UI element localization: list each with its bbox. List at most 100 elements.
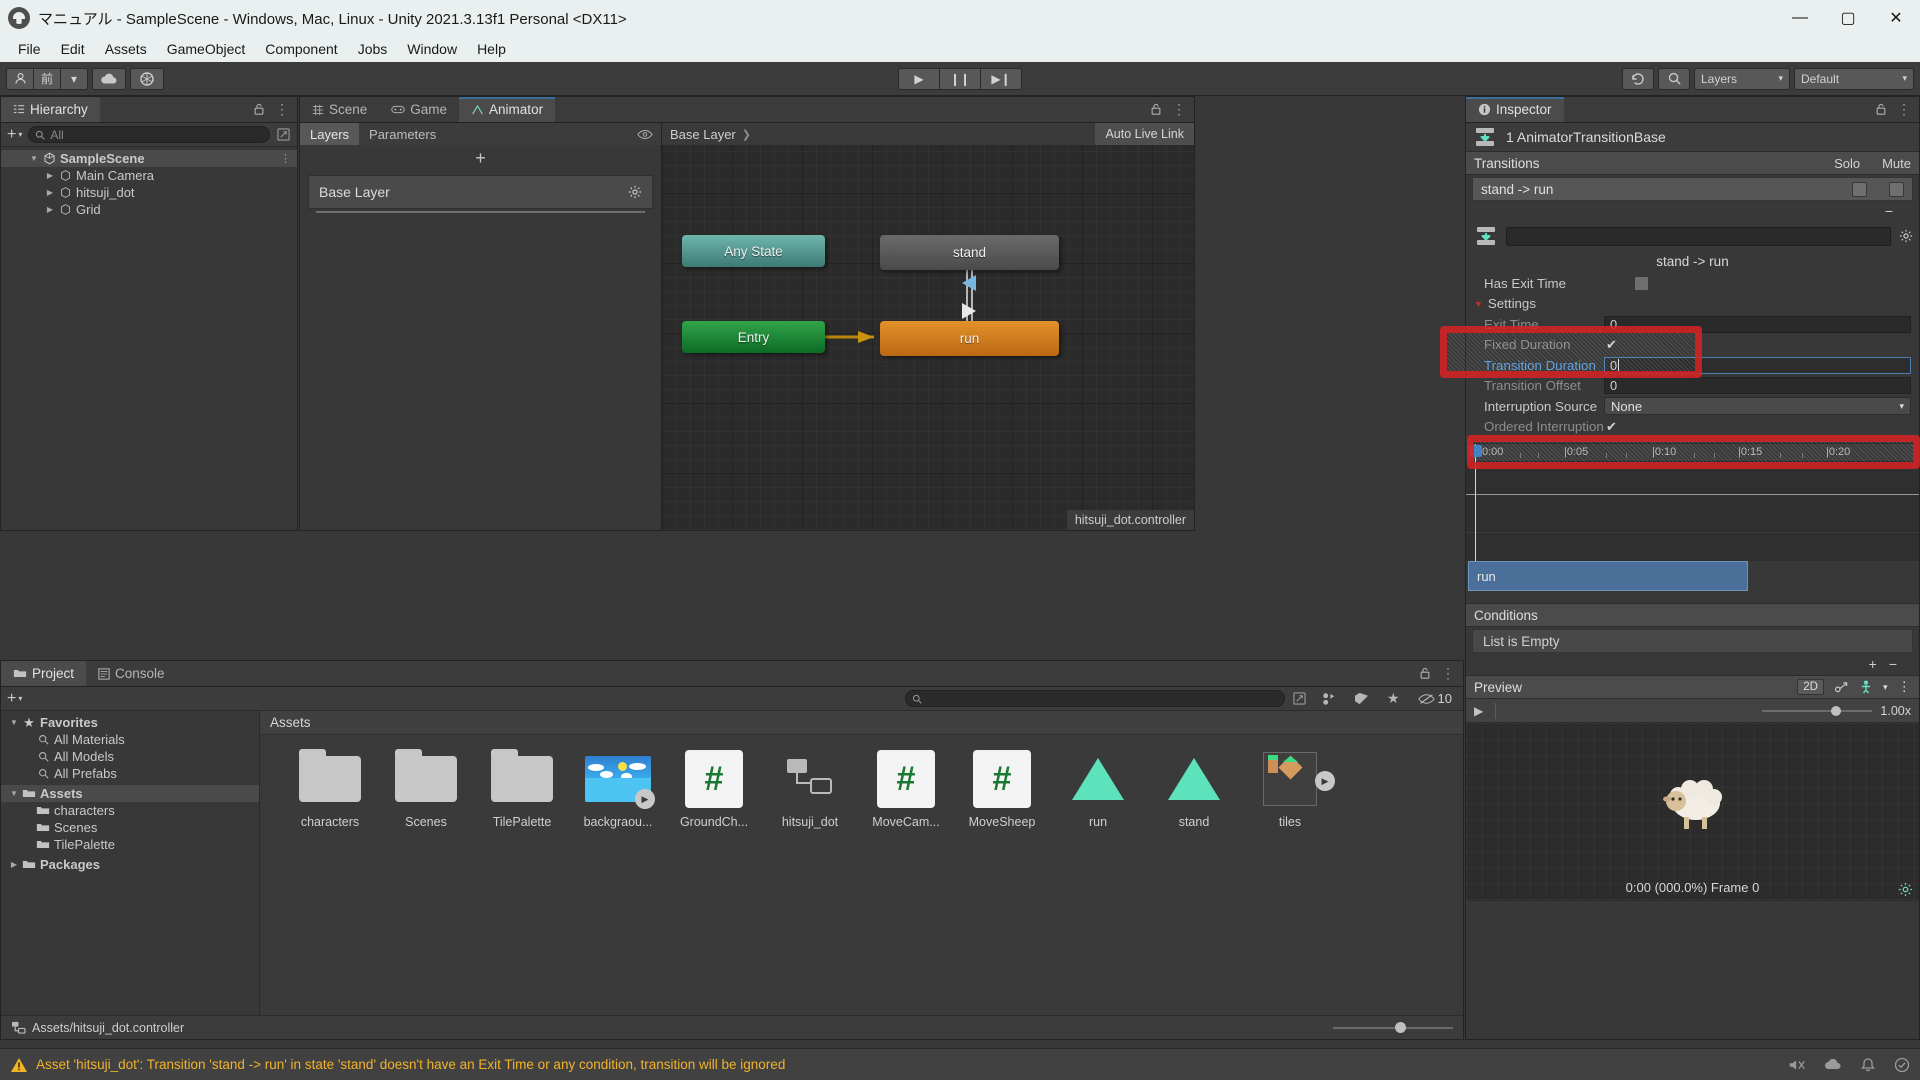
has-exit-time-row[interactable]: Has Exit Time xyxy=(1466,273,1919,294)
timeline-ruler[interactable]: 0:00 |0:05 |0:10 |0:15 |0:20 xyxy=(1466,444,1919,462)
solo-checkbox[interactable] xyxy=(1852,182,1867,197)
project-tree-all-prefabs[interactable]: All Prefabs xyxy=(1,765,259,782)
asset-item[interactable]: characters xyxy=(282,751,378,829)
services-icon[interactable] xyxy=(130,68,164,90)
timeline-playhead[interactable] xyxy=(1475,444,1476,561)
preview-2d-toggle[interactable]: 2D xyxy=(1797,679,1824,695)
asset-item[interactable]: Scenes xyxy=(378,751,474,829)
tab-game[interactable]: Game xyxy=(379,97,459,122)
animator-state-graph[interactable]: Base Layer ❯ Auto Live Link xyxy=(662,123,1194,530)
auto-live-link-button[interactable]: Auto Live Link xyxy=(1095,123,1194,145)
project-search-expand-icon[interactable] xyxy=(1289,692,1310,705)
layer-visibility-icon[interactable] xyxy=(637,129,661,140)
expand-triangle-icon[interactable]: ▶ xyxy=(43,171,57,180)
has-exit-time-checkbox[interactable] xyxy=(1634,276,1649,291)
pause-button[interactable]: ❙❙ xyxy=(939,68,981,90)
tab-scene[interactable]: Scene xyxy=(300,97,379,122)
play-button[interactable]: ▶ xyxy=(898,68,940,90)
asset-item[interactable]: # MoveCam... xyxy=(858,751,954,829)
project-tree-characters[interactable]: characters xyxy=(1,802,259,819)
transition-name-field[interactable] xyxy=(1506,227,1891,246)
interruption-source-row[interactable]: Interruption Source None ▾ xyxy=(1466,396,1919,417)
project-tree-packages[interactable]: ▶ Packages xyxy=(1,856,259,873)
asset-item[interactable]: TilePalette xyxy=(474,751,570,829)
hierarchy-search-input[interactable]: All xyxy=(28,126,270,143)
transition-timeline[interactable]: 0:00 |0:05 |0:10 |0:15 |0:20 xyxy=(1466,443,1919,561)
graph-node-any-state[interactable]: Any State xyxy=(682,235,825,267)
playhead-handle[interactable] xyxy=(1469,445,1482,457)
layer-item-base[interactable]: Base Layer xyxy=(308,175,653,209)
menu-jobs[interactable]: Jobs xyxy=(348,38,398,60)
asset-item[interactable]: ▶ tiles xyxy=(1242,751,1338,829)
settings-foldout[interactable]: ▼ Settings xyxy=(1466,294,1919,315)
undo-history-icon[interactable] xyxy=(1622,68,1654,90)
asset-item[interactable]: run xyxy=(1050,751,1146,829)
add-condition-button[interactable]: + xyxy=(1869,656,1877,672)
expand-triangle-icon[interactable]: ▼ xyxy=(7,718,21,727)
mute-checkbox[interactable] xyxy=(1889,182,1904,197)
hierarchy-item-hitsuji-dot[interactable]: ▶ hitsuji_dot xyxy=(1,184,297,201)
hierarchy-menu-icon[interactable]: ⋮ xyxy=(275,101,289,118)
account-dropdown-icon[interactable]: ▾ xyxy=(60,68,88,90)
fixed-duration-row[interactable]: Fixed Duration ✔ xyxy=(1466,335,1919,356)
lock-icon[interactable] xyxy=(1419,667,1431,680)
gear-icon[interactable] xyxy=(1899,229,1913,243)
play-preview-icon[interactable]: ▶ xyxy=(635,789,655,809)
layers-dropdown[interactable]: Layers ▾ xyxy=(1694,68,1790,90)
add-layer-button[interactable]: + xyxy=(300,145,661,171)
center-menu-icon[interactable]: ⋮ xyxy=(1172,101,1186,118)
cloud-status-icon[interactable] xyxy=(1824,1058,1842,1071)
account-label[interactable]: 前 xyxy=(33,68,61,90)
minimize-button[interactable]: — xyxy=(1776,0,1824,36)
transition-duration-row[interactable]: Transition Duration 0 xyxy=(1466,355,1919,376)
mute-audio-icon[interactable] xyxy=(1788,1058,1806,1072)
inspector-menu-icon[interactable]: ⋮ xyxy=(1897,101,1911,118)
notification-icon[interactable] xyxy=(1860,1058,1876,1072)
transition-offset-row[interactable]: Transition Offset 0 xyxy=(1466,376,1919,397)
asset-zoom-slider[interactable] xyxy=(1333,1021,1453,1035)
menu-gameobject[interactable]: GameObject xyxy=(157,38,256,60)
play-preview-icon[interactable]: ▶ xyxy=(1315,771,1335,791)
favorites-star-icon[interactable]: ★ xyxy=(1380,690,1407,707)
preview-menu-icon[interactable]: ⋮ xyxy=(1898,679,1912,695)
project-tree-all-models[interactable]: All Models xyxy=(1,748,259,765)
asset-item[interactable]: hitsuji_dot xyxy=(762,751,858,829)
cloud-icon[interactable] xyxy=(92,68,126,90)
project-tree-all-materials[interactable]: All Materials xyxy=(1,731,259,748)
expand-triangle-icon[interactable]: ▼ xyxy=(7,789,21,798)
project-search-input[interactable] xyxy=(905,690,1285,707)
hierarchy-item-samplescene[interactable]: ▼ SampleScene ⋮ xyxy=(1,150,297,167)
expand-triangle-icon[interactable]: ▶ xyxy=(43,205,57,214)
lock-icon[interactable] xyxy=(253,103,265,116)
menu-assets[interactable]: Assets xyxy=(95,38,157,60)
hidden-packages-toggle[interactable]: 10 xyxy=(1411,691,1459,706)
expand-triangle-icon[interactable]: ▶ xyxy=(7,860,21,869)
ordered-interruption-row[interactable]: Ordered Interruption ✔ xyxy=(1466,417,1919,438)
preview-play-button[interactable]: ▶ xyxy=(1474,704,1483,718)
exit-time-field[interactable]: 0 xyxy=(1604,316,1911,333)
hierarchy-filter-icon[interactable] xyxy=(274,128,293,141)
preview-stage[interactable]: 0:00 (000.0%) Frame 0 xyxy=(1466,723,1919,901)
project-tree-scenes[interactable]: Scenes xyxy=(1,819,259,836)
remove-transition-button[interactable]: − xyxy=(1466,201,1919,221)
transition-offset-field[interactable]: 0 xyxy=(1604,377,1911,394)
lock-icon[interactable] xyxy=(1875,103,1887,116)
graph-node-run[interactable]: run xyxy=(880,321,1059,356)
search-icon[interactable] xyxy=(1658,68,1690,90)
chevron-down-icon[interactable]: ▾ xyxy=(1883,682,1888,693)
project-tree-assets[interactable]: ▼ Assets xyxy=(1,785,259,802)
transition-duration-field[interactable]: 0 xyxy=(1604,357,1911,374)
tab-project[interactable]: Project xyxy=(1,661,86,686)
exit-time-row[interactable]: Exit Time 0 xyxy=(1466,314,1919,335)
progress-check-icon[interactable] xyxy=(1894,1057,1910,1073)
breadcrumb-base-layer[interactable]: Base Layer xyxy=(670,127,736,142)
tab-hierarchy[interactable]: Hierarchy xyxy=(1,97,100,122)
maximize-button[interactable]: ▢ xyxy=(1824,0,1872,36)
ordered-interruption-checkbox[interactable]: ✔ xyxy=(1606,419,1617,435)
hierarchy-item-grid[interactable]: ▶ Grid xyxy=(1,201,297,218)
filter-by-label-icon[interactable] xyxy=(1347,692,1376,705)
project-create-button[interactable]: + ▾ xyxy=(5,690,24,708)
tab-console[interactable]: Console xyxy=(86,661,177,686)
gear-icon[interactable] xyxy=(628,185,642,199)
account-icon[interactable] xyxy=(6,68,34,90)
